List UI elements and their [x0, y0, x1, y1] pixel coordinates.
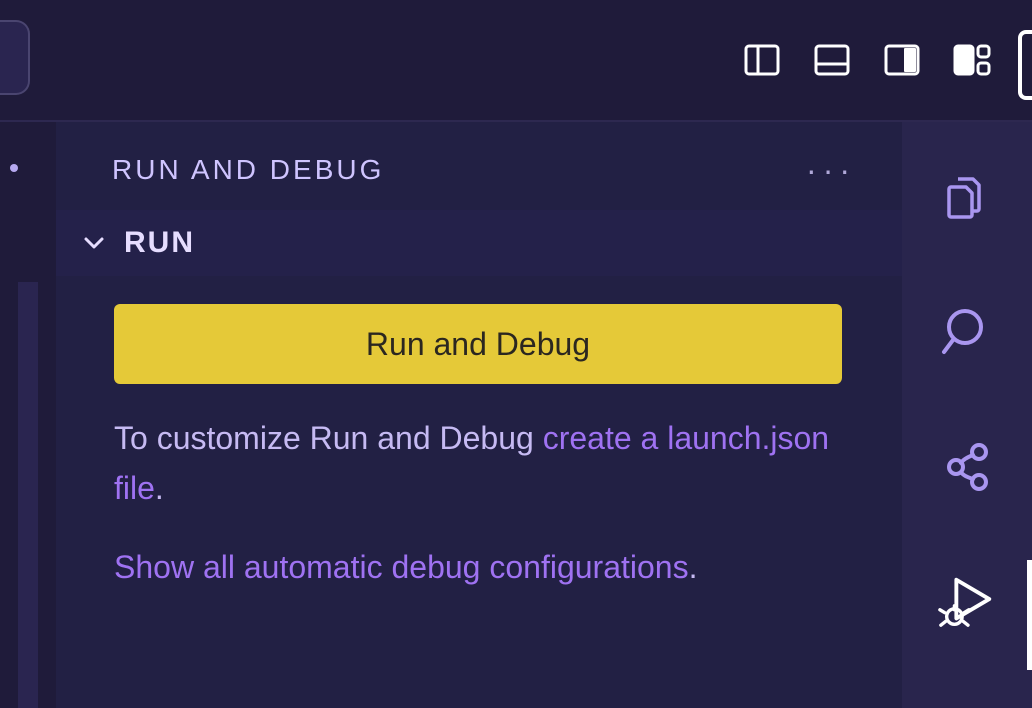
panel-title: RUN AND DEBUG [112, 154, 384, 186]
customize-text: To customize Run and Debug create a laun… [114, 414, 842, 513]
chevron-down-icon [80, 229, 108, 257]
run-section-header[interactable]: RUN [56, 210, 902, 276]
run-debug-icon[interactable] [937, 572, 997, 632]
gutter-indent-bar [18, 282, 38, 708]
explorer-icon[interactable] [937, 167, 997, 227]
activity-bar [902, 122, 1032, 708]
more-actions-icon[interactable]: ··· [806, 165, 856, 175]
section-title: RUN [124, 226, 195, 260]
run-debug-panel: RUN AND DEBUG ··· RUN Run and Debug To c… [56, 122, 902, 708]
customize-layout-icon[interactable] [952, 40, 992, 80]
right-edge-fragment [1018, 30, 1032, 100]
search-icon[interactable] [937, 302, 997, 362]
customize-text-prefix: To customize Run and Debug [114, 420, 543, 456]
show-configs-text: Show all automatic debug configurations. [114, 543, 842, 593]
source-control-icon[interactable] [937, 437, 997, 497]
toggle-panel-icon[interactable] [812, 40, 852, 80]
toggle-primary-sidebar-icon[interactable] [742, 40, 782, 80]
period-1: . [155, 470, 164, 506]
period-2: . [689, 549, 698, 585]
search-box-fragment [0, 20, 30, 95]
editor-gutter-fragment [0, 122, 56, 708]
gutter-dot [10, 164, 18, 172]
show-all-configs-link[interactable]: Show all automatic debug configurations [114, 549, 689, 585]
toggle-secondary-sidebar-icon[interactable] [882, 40, 922, 80]
titlebar [0, 0, 1032, 120]
run-and-debug-button[interactable]: Run and Debug [114, 304, 842, 384]
activity-active-indicator [1027, 560, 1032, 670]
